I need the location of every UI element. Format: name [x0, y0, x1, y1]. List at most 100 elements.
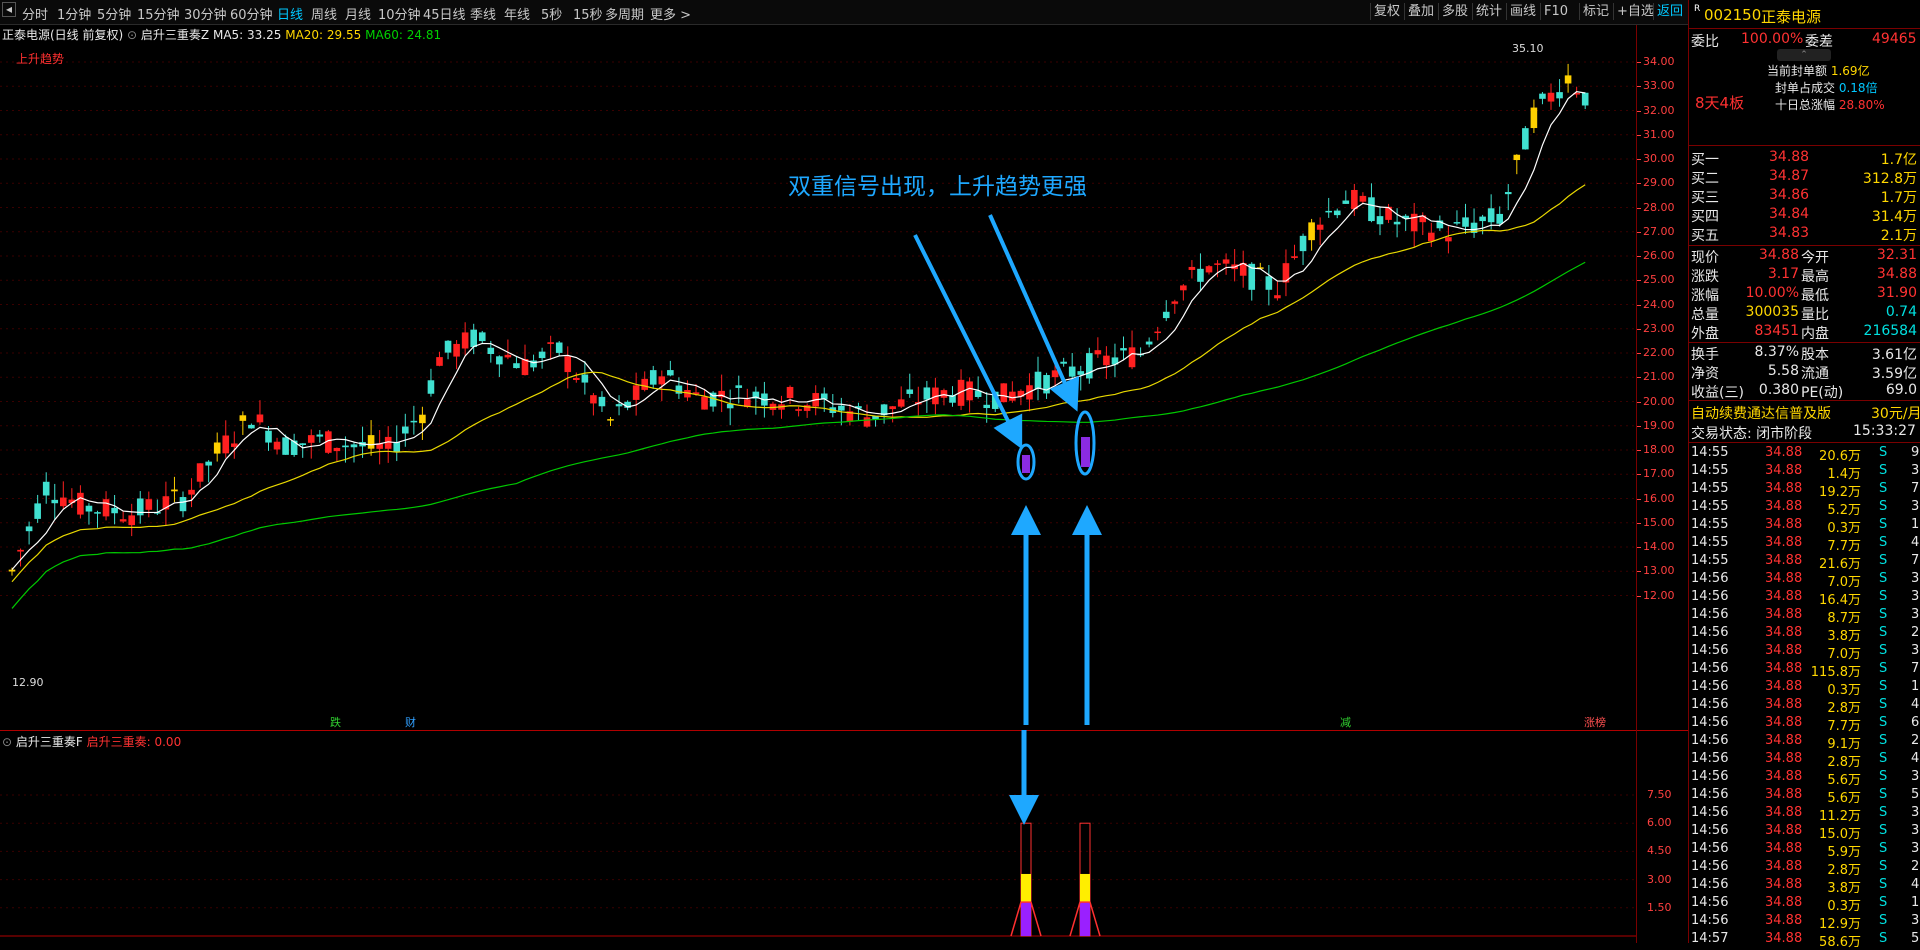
period-more[interactable]: 更多 > [650, 4, 691, 23]
weibi-value: 100.00% [1741, 31, 1804, 47]
weibi-row: 委比 100.00% 委差 49465 [1689, 30, 1920, 50]
tick-count: 6 [1911, 715, 1920, 730]
candle-body [299, 443, 306, 446]
sub-toggle-icon[interactable]: ⊙ [2, 735, 12, 749]
sub-tick-label: 3.00 [1647, 872, 1672, 886]
candle-body [1094, 350, 1102, 355]
price-tick-label: 20.00 [1643, 394, 1675, 408]
tick-time: 14:56 [1691, 841, 1729, 856]
period-30min[interactable]: 30分钟 [184, 4, 227, 23]
candle-body [504, 354, 512, 358]
multi-stock-button[interactable]: 多股 [1438, 3, 1471, 20]
tick-price: 34.88 [1765, 445, 1803, 460]
add-favorite-button[interactable]: +自选 [1613, 3, 1657, 20]
marker-zhangbang[interactable]: 涨榜 [1584, 714, 1606, 730]
tick-price: 34.88 [1765, 877, 1803, 892]
period-10min[interactable]: 10分钟 [378, 4, 421, 23]
bid-volume: 31.4万 [1871, 209, 1917, 225]
quote-value: 34.88 [1876, 266, 1917, 282]
tick-count: 7 [1911, 553, 1920, 568]
tick-time: 14:56 [1691, 607, 1729, 622]
price-tick-mark [1637, 328, 1641, 330]
tick-price: 34.88 [1765, 499, 1803, 514]
period-15sec[interactable]: 15秒 [573, 4, 603, 23]
candle-body [1291, 256, 1298, 258]
overlay-button[interactable]: 叠加 [1404, 3, 1437, 20]
tick-count: 4 [1911, 535, 1920, 550]
bid-row[interactable]: 买五 34.83 2.1万 [1689, 224, 1920, 244]
bid-volume: 2.1万 [1880, 228, 1917, 244]
back-button[interactable]: 返回 [1653, 3, 1686, 20]
period-fenshi[interactable]: 分时 [22, 4, 48, 23]
draw-line-button[interactable]: 画线 [1506, 3, 1539, 20]
ad-text[interactable]: 自动续费通达信普及版 [1691, 403, 1831, 423]
price-tick-label: 21.00 [1643, 370, 1675, 384]
bid-row[interactable]: 买四 34.84 31.4万 [1689, 205, 1920, 225]
candle-body [111, 507, 118, 514]
candle-body [1274, 295, 1281, 299]
tick-side: S [1879, 697, 1888, 712]
menu-icon[interactable]: ◂ [2, 2, 16, 17]
sub-tick-label: 1.50 [1647, 900, 1672, 914]
candle-body [547, 342, 554, 344]
kline-chart[interactable]: 正泰电源(日线 前复权) ⊙ 启升三重奏Z MA5: 33.25 MA20: 2… [0, 25, 1688, 730]
seal-value: 28.80% [1838, 98, 1885, 112]
f10-button[interactable]: F10 [1540, 3, 1571, 20]
bid-row[interactable]: 买一 34.88 1.7亿 [1689, 148, 1920, 168]
tick-count: 7 [1911, 661, 1920, 676]
period-daily[interactable]: 日线 [277, 4, 303, 23]
marker-die[interactable]: 跌 [330, 714, 341, 730]
tick-price: 34.88 [1765, 697, 1803, 712]
candle-body [1188, 266, 1196, 270]
marker-jian[interactable]: 减 [1340, 714, 1351, 730]
status-row: 交易状态: 闭市阶段 15:33:27 [1689, 422, 1920, 442]
ad-price[interactable]: 30元/月 [1871, 403, 1920, 423]
tick-price: 34.88 [1765, 571, 1803, 586]
indicator-chart[interactable]: ⊙ 启升三重奏F 启升三重奏: 0.00 7.50 6.00 4.50 3.00 1.5… [0, 730, 1688, 943]
fund-label: 股本 [1801, 347, 1829, 363]
candle-body [222, 435, 230, 454]
tick-time: 14:56 [1691, 679, 1729, 694]
signal-bar-yellow [1080, 873, 1090, 903]
period-weekly[interactable]: 周线 [311, 4, 337, 23]
price-tick-mark [1637, 425, 1641, 427]
price-tick-mark [1637, 498, 1641, 500]
candle-body [444, 340, 452, 353]
period-5sec[interactable]: 5秒 [541, 4, 562, 23]
ad-row[interactable]: 自动续费通达信普及版 30元/月 [1689, 402, 1920, 423]
tick-side: S [1879, 715, 1888, 730]
fund-label: PE(动) [1801, 385, 1844, 401]
candle-body [1547, 92, 1555, 102]
period-year[interactable]: 年线 [504, 4, 530, 23]
annotation-arrow [913, 234, 1023, 450]
bid-price: 34.84 [1769, 206, 1810, 222]
marker-cai[interactable]: 财 [405, 714, 416, 730]
period-1min[interactable]: 1分钟 [57, 4, 91, 23]
period-multi[interactable]: 多周期 [605, 4, 644, 23]
period-season[interactable]: 季线 [470, 4, 496, 23]
period-5min[interactable]: 5分钟 [97, 4, 131, 23]
tick-row: 14:56 34.88 3.8万 S 2 [1689, 624, 1920, 644]
statistics-button[interactable]: 统计 [1472, 3, 1505, 20]
quote-panel: R 002150 正泰电源 委比 100.00% 委差 49465 ⌃ 8天4板… [1688, 0, 1920, 950]
period-60min[interactable]: 60分钟 [230, 4, 273, 23]
period-monthly[interactable]: 月线 [345, 4, 371, 23]
period-45day[interactable]: 45日线 [423, 4, 466, 23]
restore-rights-button[interactable]: 复权 [1370, 3, 1403, 20]
tick-side: S [1879, 751, 1888, 766]
candle-body [470, 329, 477, 348]
candle-body [1316, 224, 1324, 230]
candle-body [1154, 331, 1161, 334]
candle-body [1393, 221, 1401, 225]
price-tick-mark [1637, 159, 1641, 160]
candle-body [231, 443, 238, 447]
tick-price: 34.88 [1765, 481, 1803, 496]
mark-button[interactable]: 标记 [1579, 3, 1612, 20]
bid-row[interactable]: 买三 34.86 1.7万 [1689, 186, 1920, 206]
collapse-tab[interactable]: ⌃ [1777, 49, 1831, 61]
bid-row[interactable]: 买二 34.87 312.8万 [1689, 167, 1920, 187]
candle-body [461, 332, 469, 349]
quote-row: 涨跌 3.17 最高 34.88 [1689, 265, 1920, 285]
indicator-toggle-icon[interactable]: ⊙ [127, 28, 137, 42]
period-15min[interactable]: 15分钟 [137, 4, 180, 23]
